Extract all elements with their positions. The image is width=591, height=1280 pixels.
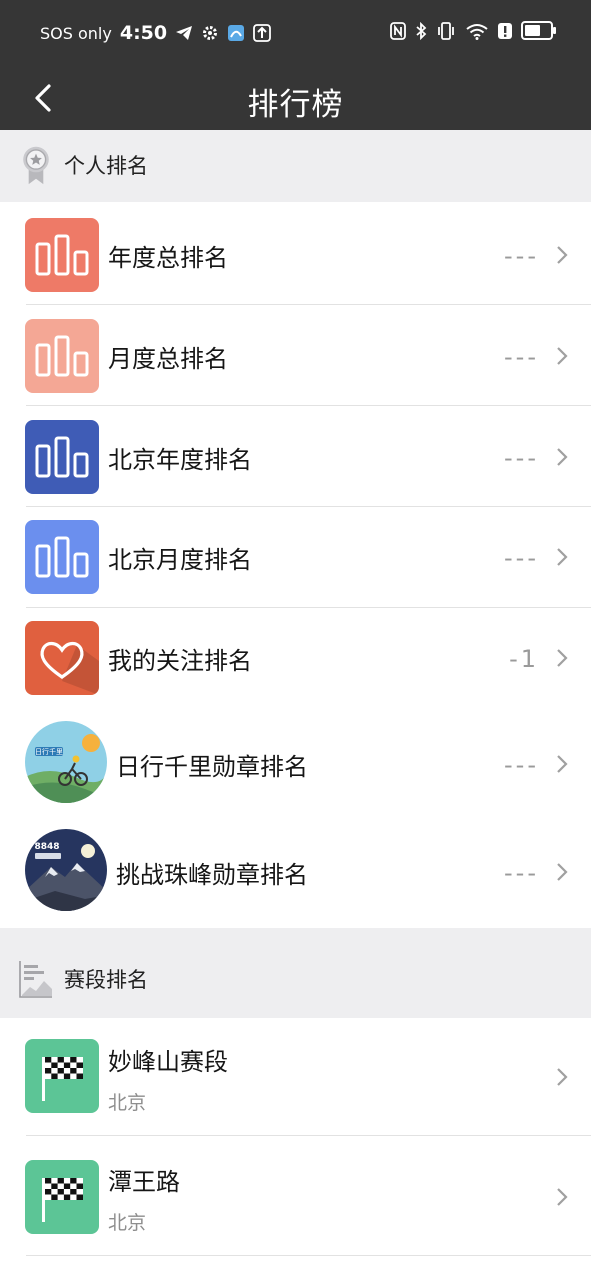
bluetooth-icon — [416, 21, 427, 40]
wifi-icon — [466, 23, 488, 40]
bar-chart-icon — [25, 218, 99, 292]
section-header-personal: 个人排名 — [0, 130, 591, 202]
segment-location: 北京 — [108, 1212, 147, 1234]
section-title: 个人排名 — [64, 154, 148, 178]
chevron-right-icon — [557, 863, 568, 881]
svg-text:8848: 8848 — [34, 842, 59, 852]
ranking-row-cycling-badge[interactable]: 日行千里 日行千里勋章排名 --- — [0, 709, 591, 817]
ranking-row-monthly-total[interactable]: 月度总排名 --- — [0, 305, 591, 406]
ranking-row-everest-badge[interactable]: 8848 挑战珠峰勋章排名 --- — [0, 817, 591, 928]
segment-row-tanwanglu[interactable]: 潭王路 北京 — [0, 1136, 591, 1256]
svg-text:日行千里: 日行千里 — [35, 747, 63, 756]
bar-chart-icon — [25, 420, 99, 494]
sos-text: SOS only — [40, 23, 112, 43]
row-label: 月度总排名 — [108, 345, 228, 373]
row-label: 北京月度排名 — [108, 546, 252, 574]
chevron-right-icon — [557, 649, 568, 667]
segment-location: 北京 — [108, 1092, 147, 1114]
app-notification-icon — [228, 25, 245, 41]
ranking-row-beijing-annual[interactable]: 北京年度排名 --- — [0, 406, 591, 507]
nfc-icon — [390, 21, 406, 40]
chevron-right-icon — [557, 755, 568, 773]
row-label: 我的关注排名 — [108, 647, 252, 675]
checkered-flag-icon — [25, 1039, 99, 1113]
chevron-right-icon — [557, 1068, 568, 1086]
chevron-right-icon — [557, 448, 568, 466]
battery-icon — [521, 21, 556, 40]
heart-icon — [25, 621, 99, 695]
gear-icon — [203, 26, 218, 40]
rank-value: -1 — [509, 645, 539, 673]
ranking-row-beijing-monthly[interactable]: 北京月度排名 --- — [0, 507, 591, 608]
divider — [26, 1255, 591, 1256]
mountain-badge-icon: 8848 — [25, 829, 107, 911]
segment-chart-icon — [19, 961, 52, 998]
alert-icon — [498, 22, 512, 39]
page-title: 排行榜 — [247, 87, 344, 123]
chevron-right-icon — [557, 347, 568, 365]
status-bar: SOS only 4:50 — [0, 0, 591, 66]
ranking-row-following[interactable]: 我的关注排名 -1 — [0, 608, 591, 709]
row-label: 潭王路 — [108, 1168, 180, 1196]
bar-chart-icon — [25, 319, 99, 393]
medal-icon — [23, 146, 49, 185]
cycling-badge-icon: 日行千里 — [25, 721, 107, 803]
vibrate-icon — [438, 21, 454, 40]
bar-chart-icon — [25, 520, 99, 594]
row-label: 北京年度排名 — [108, 446, 252, 474]
rank-value: --- — [504, 242, 539, 270]
segment-row-miaofengshan[interactable]: 妙峰山赛段 北京 — [0, 1018, 591, 1136]
rank-value: --- — [504, 444, 539, 472]
row-label: 挑战珠峰勋章排名 — [116, 861, 308, 889]
status-right — [390, 21, 556, 40]
rank-value: --- — [504, 343, 539, 371]
rank-value: --- — [504, 544, 539, 572]
chevron-right-icon — [557, 548, 568, 566]
rank-value: --- — [504, 859, 539, 887]
telegram-icon — [176, 26, 193, 40]
status-left: SOS only 4:50 — [40, 22, 272, 44]
section-title: 赛段排名 — [64, 968, 148, 992]
checkered-flag-icon — [25, 1160, 99, 1234]
upload-icon — [253, 24, 272, 42]
nav-bar: 排行榜 — [0, 66, 591, 130]
chevron-right-icon — [557, 1188, 568, 1206]
rank-value: --- — [504, 751, 539, 779]
row-label: 年度总排名 — [108, 244, 228, 272]
ranking-row-annual-total[interactable]: 年度总排名 --- — [0, 202, 591, 305]
row-label: 妙峰山赛段 — [108, 1048, 228, 1076]
clock: 4:50 — [119, 22, 168, 44]
section-header-segment: 赛段排名 — [0, 928, 591, 1018]
chevron-right-icon — [557, 246, 568, 264]
row-label: 日行千里勋章排名 — [116, 753, 308, 781]
